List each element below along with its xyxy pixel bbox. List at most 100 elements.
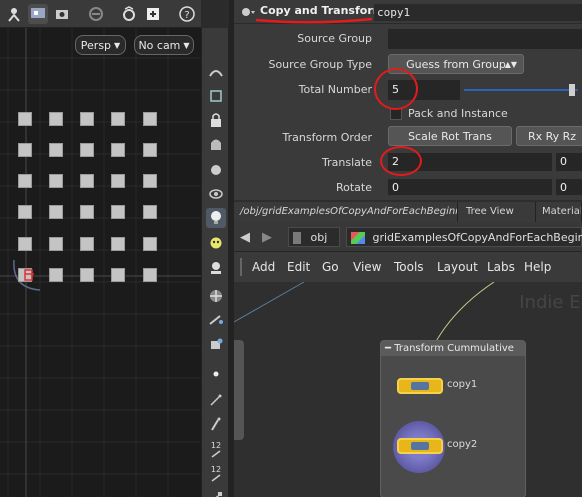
translate-y-field[interactable]: 0 (556, 153, 582, 171)
menu-edit[interactable]: Edit (287, 260, 310, 274)
copy-node-icon (411, 382, 429, 390)
ik-icon[interactable] (206, 390, 226, 410)
tab-material-palette[interactable]: Material Pa... (536, 202, 582, 222)
network-canvas[interactable]: Indie Ed ━ Transform Cummulative copy1 c… (234, 282, 582, 497)
node-copy2-label: copy2 (447, 439, 478, 450)
menu-go[interactable]: Go (322, 260, 339, 274)
parameter-pane: Copy and Transform copy1 Source Group So… (234, 0, 582, 200)
menu-add[interactable]: Add (252, 260, 275, 274)
obj-icon (293, 232, 301, 244)
copy-square (143, 143, 157, 157)
menu-view[interactable]: View (353, 260, 381, 274)
number-icon[interactable]: 12 (206, 440, 226, 460)
total-number-label: Total Number (298, 83, 372, 96)
network-box-title: ━ Transform Cummulative (381, 341, 525, 356)
breadcrumb-root-label: obj (310, 231, 328, 244)
collapsed-box[interactable] (234, 340, 244, 440)
number-label: 12 (210, 465, 222, 474)
slider-track (464, 89, 578, 91)
rotation-order-dropdown[interactable]: Rx Ry Rz (516, 126, 582, 146)
copy-square (18, 237, 32, 251)
copy-square (80, 174, 94, 188)
menu-grip (240, 258, 242, 276)
tab-tree-view[interactable]: Tree View (458, 202, 536, 222)
back-arrow-icon[interactable]: ◀ (240, 230, 250, 245)
dot-icon[interactable] (206, 364, 226, 384)
copy-square (111, 174, 125, 188)
copy-square (111, 205, 125, 219)
dots-icon[interactable] (206, 258, 226, 278)
transform-order-value: Scale Rot Trans (408, 129, 492, 143)
source-group-field[interactable] (388, 29, 582, 49)
rotate-x-field[interactable]: 0 (388, 179, 552, 195)
source-group-type-label: Source Group Type (268, 58, 372, 71)
copy-square (49, 268, 63, 282)
copy-square (49, 143, 63, 157)
network-pane: /obj/gridExamplesOfCopyAndForEachBeginn.… (234, 200, 582, 497)
translate-label: Translate (322, 156, 372, 169)
copied-geometry (0, 0, 201, 497)
updown-icon: ▲▼ (504, 59, 517, 69)
node-copy2[interactable] (397, 438, 443, 454)
source-group-type-value: Guess from Group (406, 57, 506, 71)
tab-network-path[interactable]: /obj/gridExamplesOfCopyAndForEachBeginn.… (234, 202, 458, 222)
copy-square (111, 237, 125, 251)
source-group-label: Source Group (297, 32, 372, 45)
transform-order-dropdown[interactable]: Scale Rot Trans (388, 126, 512, 146)
copy-square (111, 143, 125, 157)
origin-gizmo-icon (24, 268, 34, 282)
viewport-tool-strip: 12 12 (201, 28, 229, 497)
minus-icon: ━ (385, 343, 395, 354)
copy-square (18, 174, 32, 188)
number-label: 12 (210, 441, 222, 450)
pen-icon[interactable] (206, 310, 226, 330)
pack-instance-label: Pack and Instance (408, 107, 508, 120)
copy-square (143, 205, 157, 219)
brush-icon[interactable] (206, 488, 226, 497)
menu-help[interactable]: Help (524, 260, 551, 274)
skull-icon[interactable] (206, 234, 226, 254)
copy-square (80, 143, 94, 157)
number-icon-2[interactable]: 12 (206, 464, 226, 484)
rotate-y-field[interactable]: 0 (556, 179, 582, 195)
breadcrumb-node-label: gridExamplesOfCopyAndForEachBeginner (372, 231, 582, 244)
total-number-slider[interactable] (464, 84, 578, 96)
select-icon[interactable] (206, 62, 226, 82)
breadcrumb-node[interactable]: gridExamplesOfCopyAndForEachBeginner (346, 227, 582, 247)
network-box[interactable]: ━ Transform Cummulative copy1 copy2 (380, 340, 526, 497)
copy-square (143, 112, 157, 126)
breadcrumb-root[interactable]: obj (288, 227, 340, 247)
copy-square (80, 112, 94, 126)
copy-square (143, 174, 157, 188)
lock-icon[interactable] (206, 110, 226, 130)
copy-square (111, 268, 125, 282)
menu-labs[interactable]: Labs (487, 260, 515, 274)
rotate-icon[interactable] (206, 334, 226, 354)
copy-square (49, 237, 63, 251)
node-name-field[interactable]: copy1 (374, 4, 582, 21)
geo-node-icon (351, 232, 365, 244)
sphere-icon[interactable] (206, 286, 226, 306)
ghost-icon[interactable] (206, 134, 226, 154)
forward-arrow-icon[interactable]: ▶ (262, 230, 272, 245)
annotation-circle-translate (380, 146, 422, 176)
copy-square (80, 205, 94, 219)
tree-view-label: Tree View (466, 206, 514, 217)
menu-layout[interactable]: Layout (437, 260, 478, 274)
light-icon[interactable] (206, 160, 226, 180)
paint-icon[interactable] (206, 414, 226, 434)
network-menu-bar: Add Edit Go View Tools Layout Labs Help (234, 252, 582, 282)
rotation-order-value: Rx Ry Rz (527, 129, 577, 143)
transform-icon[interactable] (206, 86, 226, 106)
copy-square (143, 237, 157, 251)
node-copy1[interactable] (397, 378, 443, 394)
lightbulb-icon[interactable] (206, 208, 226, 228)
menu-tools[interactable]: Tools (394, 260, 424, 274)
parameter-header: Copy and Transform copy1 (234, 0, 582, 24)
scene-viewport[interactable]: ? Persp ▼ No cam ▼ (0, 0, 201, 497)
network-box-title-label: Transform Cummulative (394, 343, 514, 354)
slider-handle[interactable] (569, 84, 575, 96)
eye-icon[interactable] (206, 184, 226, 204)
copy-square (49, 205, 63, 219)
copy-square (18, 205, 32, 219)
